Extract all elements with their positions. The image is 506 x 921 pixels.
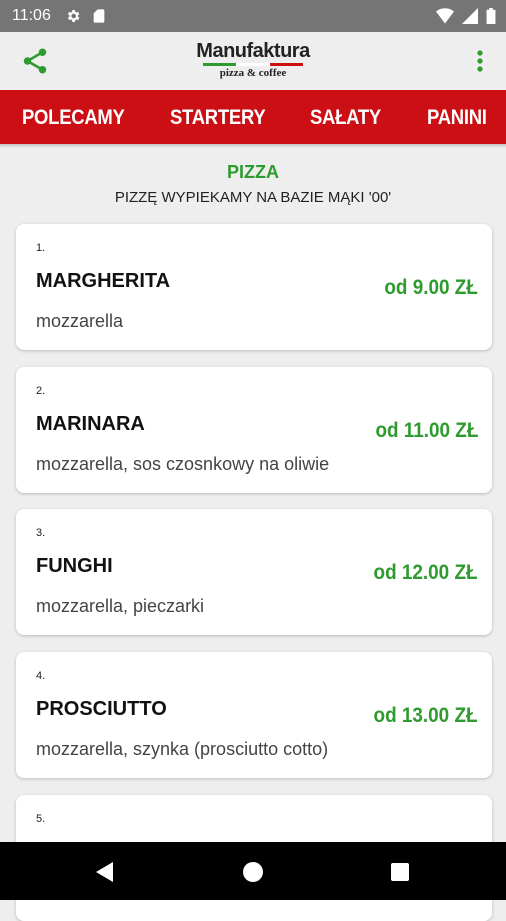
section-title: PIZZA <box>227 162 279 182</box>
item-name: MARINARA <box>36 413 145 435</box>
recents-icon[interactable] <box>388 860 412 884</box>
system-nav-bar <box>0 842 506 900</box>
item-number: 3. <box>36 527 46 539</box>
item-price: od 11.00 ZŁ <box>375 419 478 442</box>
item-number: 5. <box>36 813 46 825</box>
signal-icon <box>462 8 478 24</box>
logo-flag <box>203 63 303 66</box>
item-description: mozzarella, szynka (prosciutto cotto) <box>36 739 329 759</box>
item-price: od 13.00 ZŁ <box>374 704 478 727</box>
tab-startery[interactable]: STARTERY <box>170 90 266 144</box>
app-bar: Manufaktura pizza & coffee <box>0 32 506 90</box>
home-icon[interactable] <box>241 860 265 884</box>
item-description: mozzarella, sos czosnkowy na oliwie <box>36 454 330 474</box>
status-bar: 11:06 <box>0 0 506 32</box>
item-number: 1. <box>36 242 46 254</box>
tab-panini[interactable]: PANINI <box>427 90 487 144</box>
menu-item-card[interactable]: 2. MARINARA od 11.00 ZŁ mozzarella, sos … <box>16 367 492 493</box>
sd-card-icon <box>93 9 105 23</box>
logo-title: Manufaktura <box>196 40 310 62</box>
menu-item-card[interactable]: 1. MARGHERITA od 9.00 ZŁ mozzarella <box>16 224 492 350</box>
menu-item-card[interactable]: 4. PROSCIUTTO od 13.00 ZŁ mozzarella, sz… <box>16 652 492 778</box>
category-tabs: POLECAMY STARTERY SAŁATY PANINI <box>0 90 506 144</box>
item-name: PROSCIUTTO <box>36 698 167 720</box>
app-logo: Manufaktura pizza & coffee <box>0 40 506 79</box>
tabs-shadow <box>0 144 506 148</box>
tab-salaty[interactable]: SAŁATY <box>310 90 381 144</box>
more-vertical-icon[interactable] <box>470 46 490 76</box>
battery-icon <box>486 8 496 24</box>
status-time: 11:06 <box>12 7 51 24</box>
tab-polecamy[interactable]: POLECAMY <box>22 90 125 144</box>
logo-subtitle: pizza & coffee <box>219 67 287 79</box>
back-icon[interactable] <box>93 860 117 884</box>
gear-icon <box>67 10 80 22</box>
item-name: MARGHERITA <box>36 270 171 292</box>
item-price: od 12.00 ZŁ <box>374 561 478 584</box>
item-number: 2. <box>36 385 46 397</box>
item-description: mozzarella <box>36 311 124 331</box>
item-description: mozzarella, pieczarki <box>36 596 205 616</box>
wifi-icon <box>436 8 454 24</box>
menu-item-card[interactable]: 3. FUNGHI od 12.00 ZŁ mozzarella, piecza… <box>16 509 492 635</box>
item-number: 4. <box>36 670 46 682</box>
item-price: od 9.00 ZŁ <box>384 276 478 299</box>
section-subtitle: PIZZĘ WYPIEKAMY NA BAZIE MĄKI '00' <box>114 189 392 206</box>
item-name: FUNGHI <box>36 555 113 577</box>
